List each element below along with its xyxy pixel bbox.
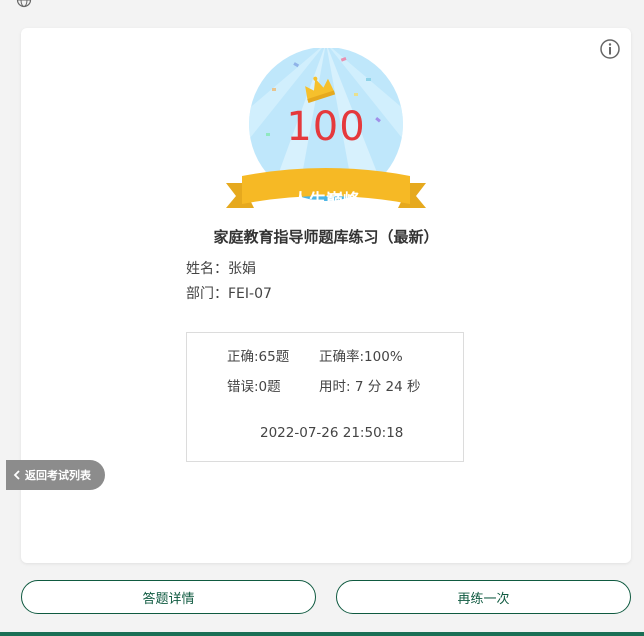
ribbon-text: 人生巅峰 <box>292 191 360 211</box>
stat-time-used: 用时: 7 分 24 秒 <box>319 379 421 395</box>
answer-details-button[interactable]: 答题详情 <box>21 580 316 614</box>
stat-correct: 正确:65题 <box>227 349 290 365</box>
student-department: 部门：FEI-07 <box>186 286 272 302</box>
stat-accuracy: 正确率:100% <box>319 349 403 365</box>
exam-title: 家庭教育指导师题库练习（最新） <box>213 228 439 246</box>
back-to-exam-list-button[interactable]: 返回考试列表 <box>6 460 105 490</box>
student-name: 姓名：张娟 <box>186 261 256 277</box>
chevron-left-icon <box>13 470 20 480</box>
retry-button[interactable]: 再练一次 <box>336 580 631 614</box>
score-badge: 100 人生巅峰 <box>226 48 426 211</box>
bottom-bar <box>0 632 644 636</box>
stat-timestamp: 2022-07-26 21:50:18 <box>260 425 404 441</box>
stat-wrong: 错误:0题 <box>227 379 281 395</box>
globe-icon[interactable] <box>16 0 32 8</box>
stats-panel: 正确:65题 正确率:100% 错误:0题 用时: 7 分 24 秒 2022-… <box>186 332 464 462</box>
score-value: 100 <box>286 104 366 150</box>
result-card: 100 人生巅峰 家庭教育指导师题库练习（最新） 姓名：张娟 部门：FEI-07… <box>21 28 631 563</box>
info-icon[interactable] <box>599 38 621 60</box>
back-button-label: 返回考试列表 <box>25 469 91 482</box>
